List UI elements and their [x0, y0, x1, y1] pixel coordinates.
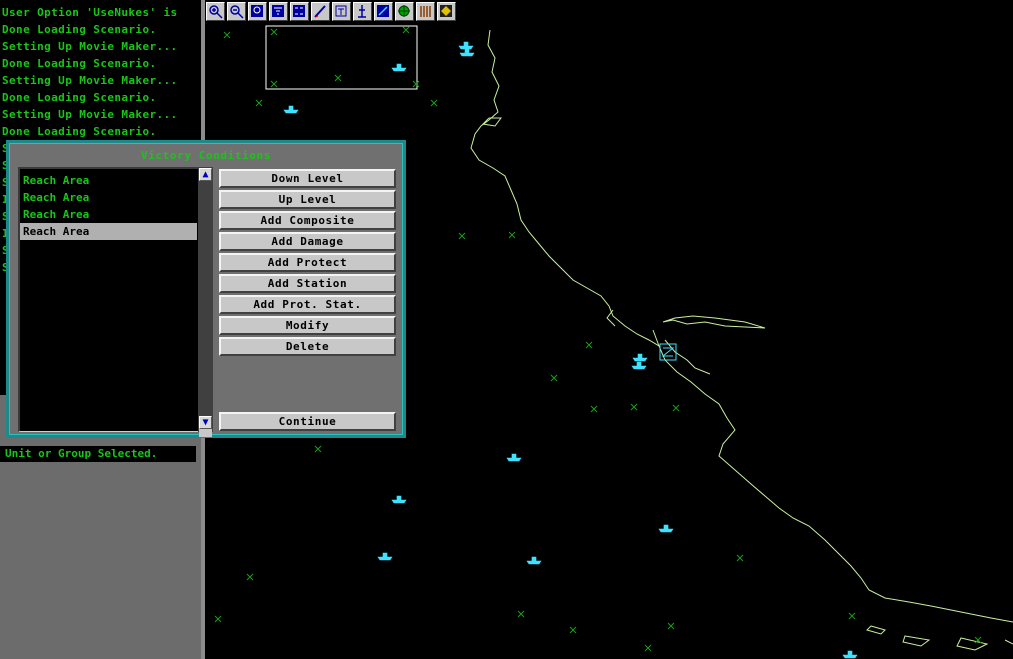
scroll-down-icon[interactable]: ▼ [199, 416, 212, 429]
ship-icon[interactable] [377, 552, 393, 561]
waypoint-marker [214, 615, 222, 623]
victory-conditions-dialog: Victory Conditions Reach Area Reach Area… [6, 140, 406, 438]
zoom-out-button[interactable] [227, 2, 246, 21]
waypoint-marker [508, 231, 516, 239]
delete-button[interactable]: Delete [219, 337, 396, 356]
range-icon [358, 5, 366, 18]
up-level-button[interactable]: Up Level [219, 190, 396, 209]
ship-icon[interactable] [842, 650, 858, 659]
modify-button[interactable]: Modify [219, 316, 396, 335]
ship-icon[interactable] [459, 48, 475, 57]
condition-item[interactable]: Reach Area [20, 172, 197, 189]
log-line: Setting Up Movie Maker... [2, 108, 178, 121]
text-button[interactable] [332, 2, 351, 21]
grid-button[interactable] [416, 2, 435, 21]
add-station-button[interactable]: Add Station [219, 274, 396, 293]
add-damage-button[interactable]: Add Damage [219, 232, 396, 251]
waypoint-marker [270, 80, 278, 88]
add-protect-button[interactable]: Add Protect [219, 253, 396, 272]
waypoint-marker [736, 554, 744, 562]
waypoint-marker [644, 644, 652, 652]
map-toolbar [205, 0, 474, 23]
plot-icon [377, 5, 389, 17]
ship-icon[interactable] [526, 556, 542, 565]
log-line: Done Loading Scenario. [2, 23, 157, 36]
dialog-title: Victory Conditions [140, 149, 271, 162]
selection-box [265, 25, 418, 90]
ship-icon[interactable] [632, 353, 648, 362]
log-line: Setting Up Movie Maker... [2, 74, 178, 87]
waypoint-marker [458, 232, 466, 240]
condition-item-selected[interactable]: Reach Area [20, 223, 197, 240]
log-line: User Option 'UseNukes' is [2, 6, 178, 19]
waypoint-marker [430, 99, 438, 107]
continue-button[interactable]: Continue [219, 412, 396, 431]
plot-button[interactable] [374, 2, 393, 21]
waypoint-marker [517, 610, 525, 618]
waypoint-marker [590, 405, 598, 413]
filter-button[interactable] [269, 2, 288, 21]
scale-icon [440, 5, 452, 17]
status-bar: Unit or Group Selected. [0, 446, 196, 462]
log-line: Done Loading Scenario. [2, 57, 157, 70]
ship-icon[interactable] [506, 453, 522, 462]
ship-icon[interactable] [391, 495, 407, 504]
waypoint-marker [314, 445, 322, 453]
grid-icon [420, 6, 431, 17]
condition-item[interactable]: Reach Area [20, 189, 197, 206]
scroll-up-icon[interactable]: ▲ [199, 168, 212, 181]
waypoint-marker [334, 74, 342, 82]
add-composite-button[interactable]: Add Composite [219, 211, 396, 230]
range-button[interactable] [353, 2, 372, 21]
waypoint-marker [255, 99, 263, 107]
waypoint-marker [672, 404, 680, 412]
log-line: Setting Up Movie Maker... [2, 40, 178, 53]
ship-icon[interactable] [391, 63, 407, 72]
waypoint-marker [667, 622, 675, 630]
ship-icon[interactable] [631, 361, 647, 370]
scale-button[interactable] [437, 2, 456, 21]
side-icon [293, 5, 305, 17]
draw-button[interactable] [311, 2, 330, 21]
zoom-reset-button[interactable] [248, 2, 267, 21]
list-scrollbar[interactable]: ▲ ▼ [198, 167, 213, 437]
ship-icon[interactable] [458, 41, 474, 50]
waypoint-marker [246, 573, 254, 581]
waypoint-marker [270, 28, 278, 36]
waypoint-marker [402, 26, 410, 34]
waypoint-marker [585, 341, 593, 349]
side-button[interactable] [290, 2, 309, 21]
waypoint-marker [848, 612, 856, 620]
waypoint-marker [569, 626, 577, 634]
ship-icon[interactable] [658, 524, 674, 533]
filter-icon [272, 5, 284, 17]
base-icon[interactable] [659, 343, 677, 361]
zoom-reset-icon [251, 5, 263, 17]
waypoint-marker [550, 374, 558, 382]
draw-icon [314, 5, 326, 18]
condition-item[interactable]: Reach Area [20, 206, 197, 223]
ship-icon[interactable] [283, 105, 299, 114]
zoom-in-icon [209, 5, 223, 19]
waypoint-marker [412, 80, 420, 88]
log-line: Done Loading Scenario. [2, 125, 157, 138]
down-level-button[interactable]: Down Level [219, 169, 396, 188]
zoom-in-button[interactable] [206, 2, 225, 21]
log-line: Done Loading Scenario. [2, 91, 157, 104]
zoom-out-icon [230, 5, 244, 19]
target-button[interactable] [395, 2, 414, 21]
conditions-list[interactable]: Reach Area Reach Area Reach Area Reach A… [18, 167, 199, 432]
waypoint-marker [223, 31, 231, 39]
add-prot-stat-button[interactable]: Add Prot. Stat. [219, 295, 396, 314]
target-icon [398, 5, 410, 17]
waypoint-marker [630, 403, 638, 411]
coastline [470, 29, 1013, 651]
text-icon [335, 5, 347, 17]
